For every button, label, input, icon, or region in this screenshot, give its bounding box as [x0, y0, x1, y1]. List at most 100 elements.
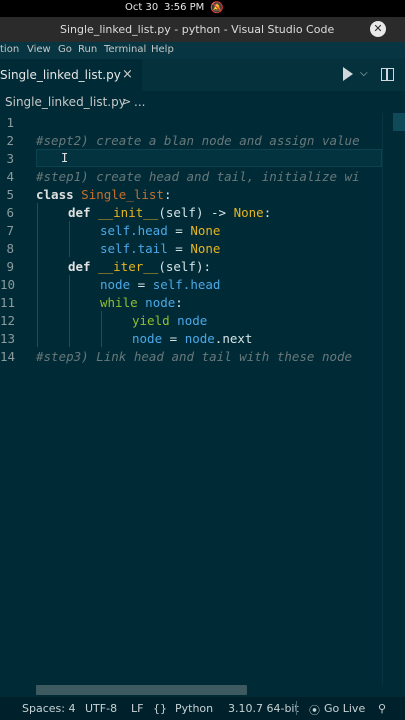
editor-right-edge [382, 113, 383, 685]
line-number: 11 [0, 295, 16, 310]
status-go-live[interactable]: Go Live [324, 702, 365, 715]
variable: node [100, 277, 131, 292]
status-eol[interactable]: LF [131, 702, 143, 715]
punct: : [175, 295, 183, 310]
breadcrumb: Single_linked_list.py > ... [0, 91, 405, 113]
code-editor[interactable]: 1 2 3 4 5 6 7 8 9 10 11 12 13 14 #sept2)… [0, 113, 405, 685]
self-ref: self [100, 241, 131, 256]
tab-single-linked-list[interactable]: Single_linked_list.py × [0, 59, 142, 91]
code-line-6: def __init__(self) -> None: [68, 205, 271, 220]
menu-item-terminal[interactable]: Terminal [104, 44, 146, 55]
horizontal-scrollbar[interactable] [36, 685, 247, 695]
system-date: Oct 30 [125, 2, 159, 13]
indent-guide [69, 275, 70, 347]
assign: = [130, 277, 153, 292]
status-indentation[interactable]: Spaces: 4 [22, 702, 75, 715]
code-line-7: self.head = None [100, 223, 220, 238]
keyword: class [36, 187, 74, 202]
menu-item-help[interactable]: Help [151, 44, 174, 55]
variable: node [132, 331, 163, 346]
assign: = [167, 223, 191, 238]
menu-item-view[interactable]: View [27, 44, 51, 55]
punct: : [163, 187, 172, 202]
window-title: Single_linked_list.py - python - Visual … [60, 23, 335, 36]
value: None [190, 241, 221, 256]
menu-bar: tion View Go Run Terminal Help [0, 42, 405, 59]
keyword: yield [132, 313, 170, 328]
self-ref: self [100, 223, 131, 238]
status-encoding[interactable]: UTF-8 [85, 702, 117, 715]
breadcrumb-more[interactable]: ... [134, 95, 145, 109]
keyword: while [100, 295, 138, 310]
indent-guide [37, 203, 38, 347]
line-number: 7 [6, 223, 14, 238]
split-editor-icon[interactable] [381, 68, 394, 81]
run-play-icon[interactable] [343, 67, 353, 81]
attr: .tail [130, 241, 168, 256]
broadcast-icon: ⦿ [309, 704, 320, 717]
code-line-12: yield node [132, 313, 207, 328]
vertical-scrollbar-marker[interactable] [393, 113, 405, 131]
close-icon[interactable]: ✕ [370, 21, 386, 37]
code-line-14: #step3) Link head and tail with these no… [36, 349, 353, 364]
line-number: 12 [0, 313, 16, 328]
self-ref: self [152, 277, 183, 292]
menu-item-selection[interactable]: tion [0, 44, 19, 55]
line-number: 13 [0, 331, 16, 346]
tab-label: Single_linked_list.py [0, 68, 121, 82]
os-top-bar: Oct 30 3:56 PM 🔕 [0, 0, 405, 17]
code-line-5: class Single_list: [36, 187, 172, 202]
keyword: def [68, 259, 91, 274]
assign: = [167, 241, 191, 256]
indent-guide [69, 221, 70, 257]
line-number: 14 [0, 349, 16, 364]
text-cursor-icon: I [61, 151, 69, 165]
variable: node [184, 331, 215, 346]
code-line-8: self.tail = None [100, 241, 220, 256]
bell-off-icon[interactable]: 🔕 [210, 1, 224, 14]
system-time: 3:56 PM [164, 2, 205, 13]
tab-close-icon[interactable]: × [122, 67, 133, 82]
line-number: 2 [6, 133, 14, 148]
status-language[interactable]: Python [175, 702, 213, 715]
menu-item-run[interactable]: Run [78, 44, 97, 55]
line-number: 8 [6, 241, 14, 256]
feedback-icon[interactable]: ⚲ [378, 702, 386, 715]
line-number: 3 [6, 151, 14, 166]
args: (self) -> [158, 205, 234, 220]
chevron-down-icon[interactable]: ⌵ [360, 68, 368, 79]
current-line-highlight [36, 149, 382, 167]
return-type: None [233, 205, 264, 220]
function-name: __init__ [98, 205, 159, 220]
attr: .head [182, 277, 221, 292]
function-name: __iter__ [98, 259, 159, 274]
breadcrumb-file[interactable]: Single_linked_list.py [5, 95, 126, 109]
tab-bar: Single_linked_list.py × ⌵ [0, 59, 405, 91]
variable: node [177, 313, 208, 328]
code-line-11: while node: [100, 295, 183, 310]
indent-guide [101, 311, 102, 347]
line-number: 1 [6, 115, 14, 130]
code-line-9: def __iter__(self): [68, 259, 211, 274]
window-title-bar: Single_linked_list.py - python - Visual … [0, 17, 405, 42]
line-number: 5 [6, 187, 14, 202]
args: (self): [158, 259, 212, 274]
line-number: 4 [6, 169, 14, 184]
attr: .head [130, 223, 168, 238]
value: None [190, 223, 221, 238]
braces-icon[interactable]: {} [153, 702, 167, 715]
code-line-10: node = self.head [100, 277, 220, 292]
code-line-4: #step1) create head and tail, initialize… [36, 169, 360, 184]
chevron-right-icon: > [122, 95, 132, 108]
status-bar: Spaces: 4 UTF-8 LF {} Python 3.10.7 64-b… [0, 697, 405, 720]
line-number: 10 [0, 277, 16, 292]
status-divider [296, 701, 297, 715]
variable: node [145, 295, 176, 310]
line-number: 9 [6, 259, 14, 274]
menu-item-go[interactable]: Go [58, 44, 72, 55]
assign: = [162, 331, 185, 346]
keyword: def [68, 205, 91, 220]
punct: : [263, 205, 272, 220]
code-line-2: #sept2) create a blan node and assign va… [36, 133, 360, 148]
status-interpreter[interactable]: 3.10.7 64-bit [228, 702, 299, 715]
